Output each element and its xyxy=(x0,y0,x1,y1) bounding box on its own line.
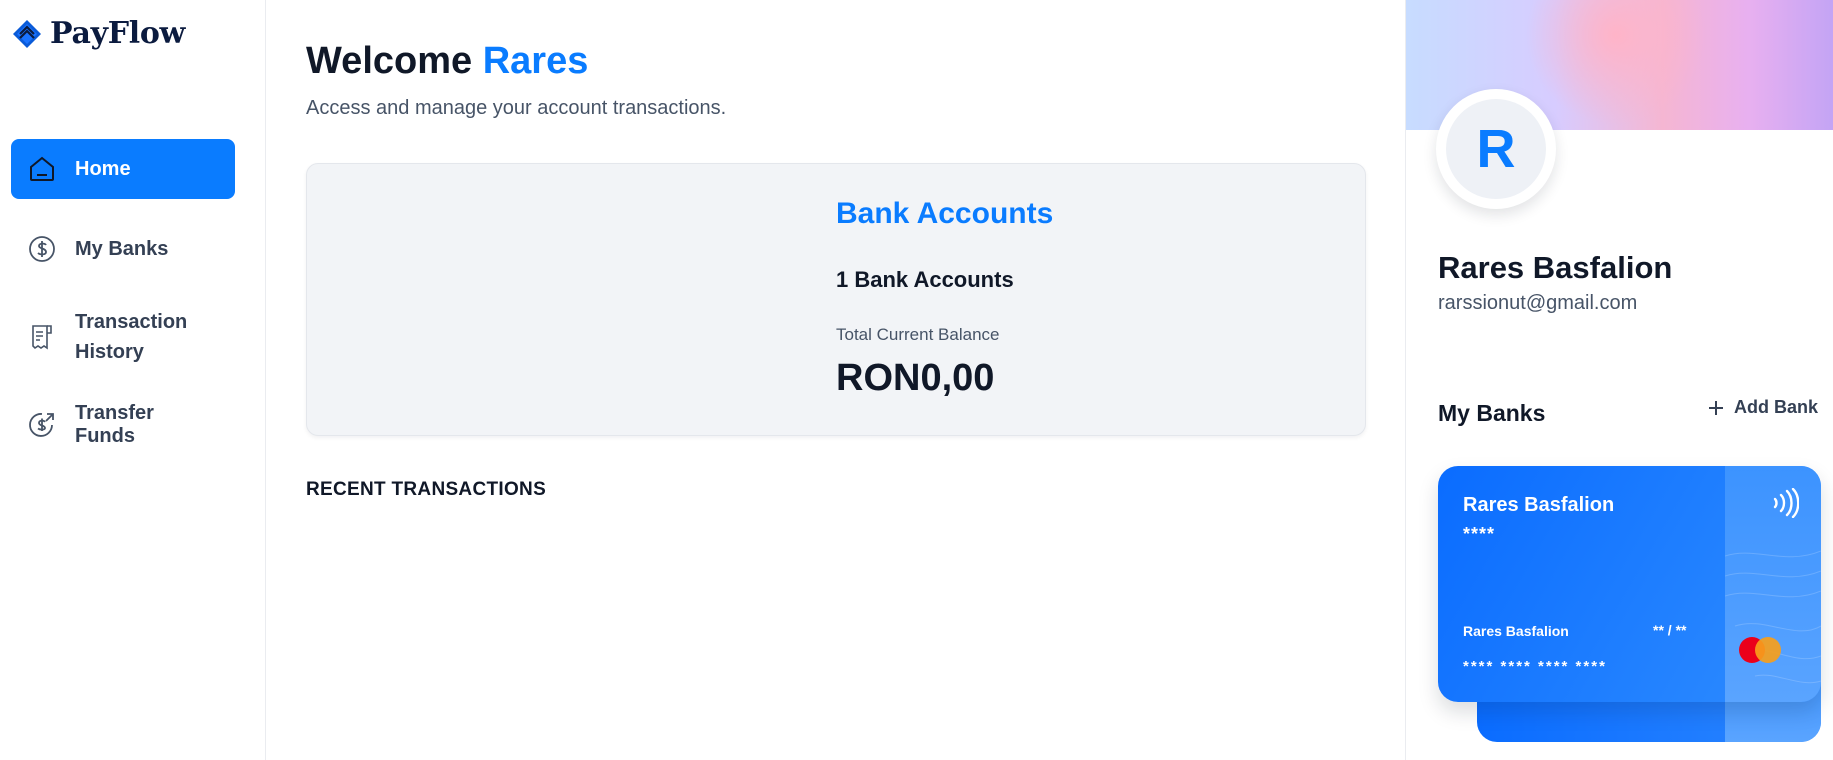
home-icon xyxy=(27,154,57,184)
sidebar-item-my-banks[interactable]: My Banks xyxy=(11,219,235,279)
bank-accounts-title: Bank Accounts xyxy=(836,197,1054,230)
total-balance-label: Total Current Balance xyxy=(836,325,1000,344)
my-banks-title: My Banks xyxy=(1438,400,1546,426)
card-holder-name: Rares Basfalion xyxy=(1463,623,1569,639)
sidebar-item-label: Transaction History xyxy=(75,311,188,363)
main-content: Welcome Rares Access and manage your acc… xyxy=(267,0,1405,760)
money-send-icon xyxy=(27,410,57,440)
card-expiry: ** / ** xyxy=(1653,622,1687,638)
sidebar-item-label: My Banks xyxy=(75,237,169,260)
card-bank-name: Rares Basfalion xyxy=(1463,494,1615,516)
avatar-initial: R xyxy=(1446,99,1546,199)
card-mask: **** xyxy=(1463,524,1496,544)
add-bank-label: Add Bank xyxy=(1734,397,1819,417)
logo[interactable]: PayFlow xyxy=(12,16,185,51)
profile-panel: R Rares Basfalion rarssionut@gmail.com M… xyxy=(1405,0,1833,760)
add-bank-button[interactable]: Add Bank xyxy=(1706,397,1818,418)
dollar-circle-icon xyxy=(27,234,57,264)
welcome-greeting: Welcome xyxy=(306,40,473,82)
sidebar-item-transaction-history[interactable]: Transaction History xyxy=(11,299,235,375)
avatar[interactable]: R xyxy=(1436,89,1556,209)
total-balance-amount: RON0,00 xyxy=(836,357,995,399)
sidebar-item-transfer-funds[interactable]: Transfer Funds xyxy=(11,395,235,455)
receipt-icon xyxy=(27,322,57,352)
bank-card[interactable]: Rares Basfalion **** Rares Basfalion ** … xyxy=(1438,466,1821,702)
mastercard-icon xyxy=(1739,637,1781,663)
sidebar-nav: Home My Banks Transaction History Transf… xyxy=(11,139,235,475)
page-title: Welcome Rares xyxy=(306,40,588,83)
welcome-user-name: Rares xyxy=(482,40,589,82)
bank-accounts-count: 1 Bank Accounts xyxy=(836,267,1014,292)
sidebar: PayFlow Home My Banks Transaction Histor… xyxy=(0,0,266,760)
contactless-icon xyxy=(1773,488,1799,518)
payflow-logo-icon xyxy=(13,19,41,48)
profile-name: Rares Basfalion xyxy=(1438,250,1673,285)
sidebar-item-label: Home xyxy=(75,157,131,180)
sidebar-item-label: Transfer Funds xyxy=(75,402,154,447)
card-number: **** **** **** **** xyxy=(1463,658,1607,675)
logo-text: PayFlow xyxy=(50,16,186,51)
profile-email: rarssionut@gmail.com xyxy=(1438,292,1638,314)
total-balance-card: Bank Accounts 1 Bank Accounts Total Curr… xyxy=(306,163,1366,436)
sidebar-item-home[interactable]: Home xyxy=(11,139,235,199)
page-subtitle: Access and manage your account transacti… xyxy=(306,97,727,119)
plus-icon xyxy=(1709,400,1723,415)
recent-transactions-title: RECENT TRANSACTIONS xyxy=(306,479,547,500)
